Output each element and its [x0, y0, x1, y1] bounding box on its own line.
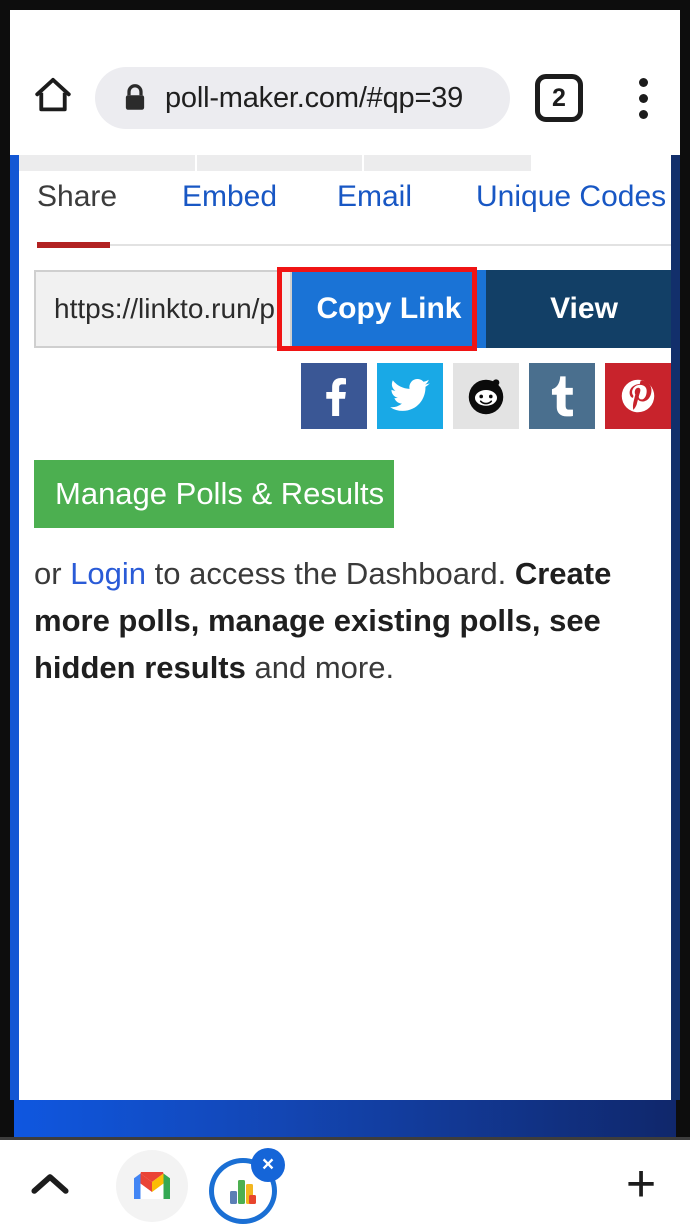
pollmaker-tab-chip[interactable]: ×: [205, 1148, 287, 1226]
chevron-up-icon[interactable]: [22, 1156, 78, 1212]
bottom-system-bar: × +: [0, 1137, 690, 1227]
menu-dot: [638, 77, 648, 87]
menu-dot: [638, 109, 648, 119]
gmail-icon[interactable]: [116, 1150, 188, 1222]
url-text: poll-maker.com/#qp=39: [165, 81, 464, 114]
device-frame-bottom-right: [680, 1100, 690, 1137]
tab-email[interactable]: Email: [337, 180, 412, 214]
lock-icon: [121, 83, 149, 113]
overflow-menu-icon[interactable]: [615, 70, 671, 126]
tab-unique-codes[interactable]: Unique Codes: [476, 180, 666, 214]
home-icon[interactable]: [25, 68, 81, 124]
page-bottom-accent-strip: [10, 1100, 680, 1137]
menu-dot: [638, 93, 648, 103]
social-share-row: [19, 363, 671, 429]
tumblr-icon: [551, 376, 573, 417]
tab-count-label: 2: [552, 83, 566, 112]
add-tab-button[interactable]: +: [612, 1155, 670, 1213]
step-segment: [364, 155, 531, 171]
progress-step-bar: [19, 155, 531, 171]
share-tabs: Share Embed Email Unique Codes: [19, 180, 671, 253]
manage-polls-button[interactable]: Manage Polls & Results: [34, 460, 394, 528]
share-pinterest-button[interactable]: [605, 363, 671, 429]
url-bar[interactable]: poll-maker.com/#qp=39: [95, 67, 510, 129]
share-facebook-button[interactable]: [301, 363, 367, 429]
view-button[interactable]: View: [486, 270, 671, 348]
share-tumblr-button[interactable]: [529, 363, 595, 429]
text-prefix: or: [34, 556, 71, 591]
tabs-divider: [37, 244, 671, 246]
facebook-icon: [326, 378, 346, 416]
device-frame-bottom-left: [0, 1100, 10, 1137]
tab-embed[interactable]: Embed: [182, 180, 277, 214]
screenshot-root: poll-maker.com/#qp=39 2 Share Embed Emai…: [0, 0, 690, 1227]
active-tab-underline: [37, 242, 110, 248]
copy-link-button[interactable]: Copy Link: [292, 270, 486, 348]
step-segment: [19, 155, 197, 171]
device-frame-left: [0, 155, 10, 1100]
text-middle: to access the Dashboard.: [146, 556, 515, 591]
step-segment: [197, 155, 364, 171]
tab-share[interactable]: Share: [37, 180, 117, 214]
dashboard-description: or Login to access the Dashboard. Create…: [34, 550, 619, 691]
browser-toolbar: poll-maker.com/#qp=39 2: [0, 0, 690, 155]
pinterest-icon: [621, 379, 655, 413]
tab-counter-button[interactable]: 2: [535, 74, 583, 122]
reddit-icon: [468, 379, 504, 415]
page-viewport: Share Embed Email Unique Codes https://l…: [10, 155, 680, 1100]
twitter-icon: [390, 379, 430, 411]
share-reddit-button[interactable]: [453, 363, 519, 429]
share-link-input[interactable]: https://linkto.run/p: [34, 270, 292, 348]
close-icon[interactable]: ×: [251, 1148, 285, 1182]
browser-toolbar-inner: poll-maker.com/#qp=39 2: [10, 10, 680, 155]
page-content: Share Embed Email Unique Codes https://l…: [19, 155, 671, 1100]
share-link-row: https://linkto.run/p Copy Link View: [34, 270, 671, 348]
text-suffix: and more.: [245, 650, 395, 685]
share-twitter-button[interactable]: [377, 363, 443, 429]
device-frame-right: [680, 155, 690, 1100]
login-link[interactable]: Login: [70, 556, 146, 591]
